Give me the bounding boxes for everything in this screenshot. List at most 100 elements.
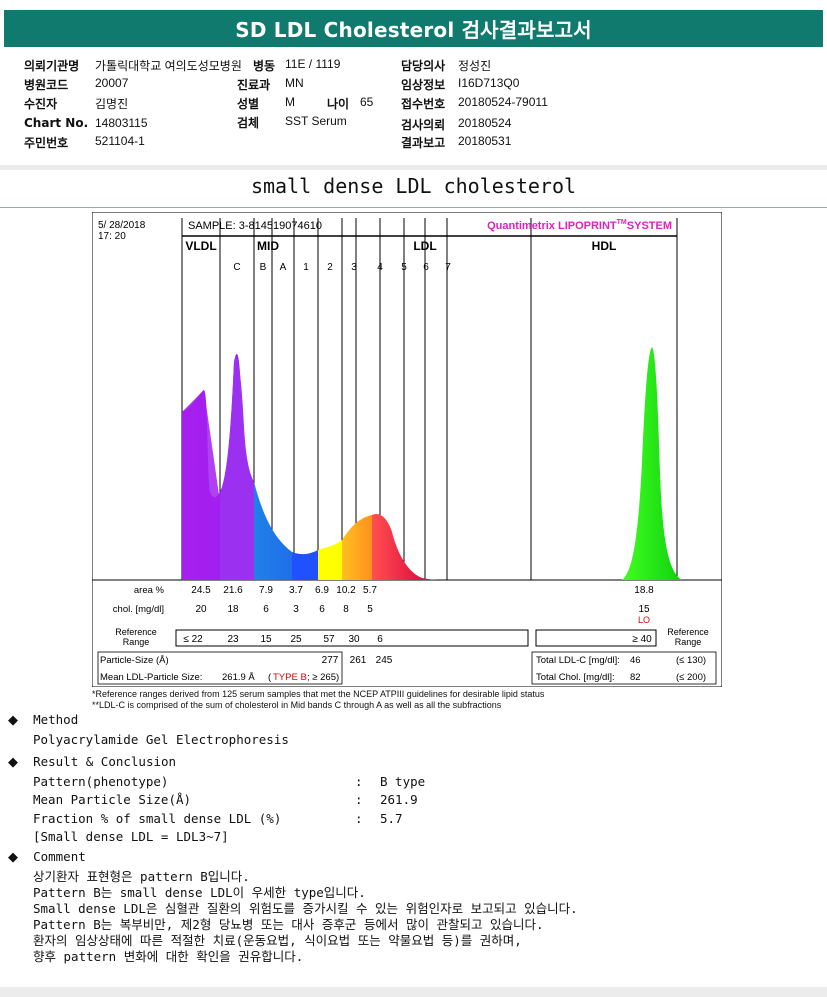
band-label: C <box>233 262 240 273</box>
ref-value: 30 <box>348 634 360 645</box>
ref-value: ≤ 22 <box>183 634 203 645</box>
ref-value: 6 <box>377 634 383 645</box>
label-chart-no: Chart No. <box>24 116 89 130</box>
mean-ldl-type: TYPE B <box>273 672 307 683</box>
band-label: 2 <box>327 262 333 273</box>
ref-label-left: Reference <box>115 627 157 637</box>
band-label: 1 <box>303 262 309 273</box>
comment-line: 향후 pattern 변화에 대한 확인을 권유합니다. <box>33 949 304 964</box>
ref-value-hdl: ≥ 40 <box>632 634 652 645</box>
label-report-date: 결과보고 <box>401 136 446 150</box>
lipoprint-svg: 5/ 28/201817: 20 SAMPLE: 3-814519074610 Qu… <box>91 211 723 688</box>
area-value-hdl: 18.8 <box>634 585 654 596</box>
result-note: [Small dense LDL = LDL3~7] <box>33 829 229 844</box>
value-chart-no: 14803115 <box>95 116 148 130</box>
label-ward: 병동 <box>253 59 276 73</box>
footnote-2: **LDL-C is comprised of the sum of chole… <box>92 700 502 710</box>
result-heading: ◆ Result & Conclusion <box>8 754 176 770</box>
system-name: Quantimetrix LIPOPRINT <box>487 220 617 232</box>
result-value-size: 261.9 <box>380 792 418 807</box>
lipoprint-chart: 5/ 28/2018 17: 20 SAMPLE: 3-814519074610 Qu… <box>91 211 723 688</box>
method-heading-text: Method <box>33 712 79 727</box>
result-colon: : <box>355 792 363 807</box>
mean-ldl-label: Mean LDL-Particle Size: <box>100 672 202 683</box>
total-chol-value: 82 <box>630 672 641 683</box>
section-divider <box>0 207 827 208</box>
value-report-date: 20180531 <box>458 134 512 148</box>
value-age: 65 <box>360 95 374 109</box>
peak-mid-a <box>292 550 318 580</box>
ref-label-right: Range <box>675 637 702 647</box>
value-institution: 가톨릭대학교 여의도성모병원 <box>95 59 242 73</box>
report-body: small dense LDL cholesterol 5/ 28/2018 1 7… <box>0 170 827 987</box>
page-footer-bar <box>0 987 827 997</box>
section-title: small dense LDL cholesterol <box>250 174 577 198</box>
diamond-bullet-icon: ◆ <box>8 755 18 770</box>
label-age: 나이 <box>327 97 350 111</box>
patient-info-panel: 의뢰기관명 가톨릭대학교 여의도성모병원 병원코드 20007 수진자 김명진 … <box>0 55 827 165</box>
chol-hdl-flag: LO <box>638 615 650 625</box>
chart-system-label: Quantimetrix LIPOPRINTTMSYSTEM <box>487 219 672 232</box>
total-ldl-ref: (≤ 130) <box>676 655 706 666</box>
ref-value: 57 <box>323 634 335 645</box>
particle-size-value: 277 <box>322 655 339 666</box>
report-header: SD LDL Cholesterol 검사결과보고서 <box>0 0 827 55</box>
ref-label-left: Range <box>123 637 150 647</box>
value-sex: M <box>285 95 295 109</box>
band-label: 3 <box>351 262 357 273</box>
total-chol-label: Total Chol. [mg/dl]: <box>536 672 615 683</box>
method-text: Polyacrylamide Gel Electrophoresis <box>33 732 289 747</box>
label-patient-name: 수진자 <box>24 97 58 111</box>
result-label-pattern: Pattern(phenotype) <box>33 774 169 789</box>
comment-heading: ◆ Comment <box>8 849 86 865</box>
area-value: 5.7 <box>363 585 377 596</box>
ref-label-right: Reference <box>667 627 709 637</box>
value-resident-no: 521104-1 <box>95 134 145 148</box>
ref-value: 23 <box>227 634 239 645</box>
area-value: 21.6 <box>223 585 243 596</box>
label-clinical-info: 임상정보 <box>401 78 446 92</box>
value-clinical-info: I16D713Q0 <box>458 76 520 90</box>
label-sex: 성별 <box>237 97 260 111</box>
value-department: MN <box>285 76 304 90</box>
band-label: 4 <box>377 262 383 273</box>
result-heading-text: Result & Conclusion <box>33 754 177 769</box>
area-value: 6.9 <box>315 585 329 596</box>
system-suffix: SYSTEM <box>627 220 672 232</box>
result-label-fraction: Fraction % of small dense LDL (%) <box>33 811 282 826</box>
value-specimen: SST Serum <box>285 114 347 128</box>
band-label: B <box>260 262 267 273</box>
value-patient-name: 김명진 <box>95 97 129 111</box>
chol-value: 6 <box>319 604 325 615</box>
value-doctor: 정성진 <box>458 59 492 73</box>
chol-value: 20 <box>195 604 207 615</box>
system-tm: TM <box>617 219 627 226</box>
total-chol-ref: (≤ 200) <box>676 672 706 683</box>
chol-value-hdl: 15 <box>638 604 650 615</box>
row-label-area: area % <box>134 585 165 596</box>
label-department: 진료과 <box>237 78 271 92</box>
result-colon: : <box>355 774 363 789</box>
chol-value: 18 <box>227 604 239 615</box>
band-label: 7 <box>445 262 451 273</box>
group-label: HDL <box>592 239 617 253</box>
comment-heading-text: Comment <box>33 849 86 864</box>
value-hospital-code: 20007 <box>95 76 129 90</box>
area-value: 3.7 <box>289 585 303 596</box>
diamond-bullet-icon: ◆ <box>8 850 18 865</box>
result-colon: : <box>355 811 363 826</box>
footnote-1: *Reference ranges derived from 125 serum… <box>92 689 545 699</box>
value-request-date: 20180524 <box>458 116 512 130</box>
area-value: 10.2 <box>336 585 356 596</box>
band-label: 6 <box>423 262 429 273</box>
total-ldl-label: Total LDL-C [mg/dl]: <box>536 655 620 666</box>
value-ward: 11E / 1119 <box>285 57 341 71</box>
label-hospital-code: 병원코드 <box>24 78 69 92</box>
chart-date: 5/ 28/2018 <box>98 220 146 231</box>
group-label: MID <box>257 239 279 253</box>
chart-sample: SAMPLE: 3-814519074610 <box>188 220 322 232</box>
band-label: A <box>280 262 287 273</box>
group-label: VLDL <box>185 239 216 253</box>
chol-value: 8 <box>343 604 349 615</box>
chol-value: 5 <box>367 604 373 615</box>
